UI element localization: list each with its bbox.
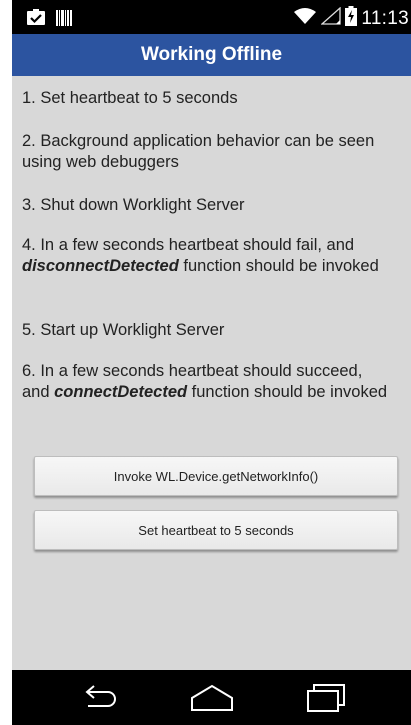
step-2: 2. Background application behavior can b… <box>22 132 375 171</box>
title-bar: Working Offline <box>12 34 411 76</box>
get-network-info-button[interactable]: Invoke WL.Device.getNetworkInfo() <box>34 456 398 496</box>
disconnect-detected-label: disconnectDetected <box>22 257 179 275</box>
navigation-bar <box>12 670 411 725</box>
set-heartbeat-button[interactable]: Set heartbeat to 5 seconds <box>34 510 398 550</box>
recent-apps-icon[interactable] <box>296 682 352 714</box>
content-area: 1. Set heartbeat to 5 seconds 2. Backgro… <box>12 76 411 670</box>
back-icon[interactable] <box>72 682 128 714</box>
connect-detected-label: connectDetected <box>54 383 188 401</box>
wifi-icon <box>293 7 317 30</box>
clipboard-check-icon <box>26 9 46 31</box>
home-icon[interactable] <box>184 682 240 714</box>
step-1: 1. Set heartbeat to 5 seconds <box>22 89 238 107</box>
step-6-text-end: function should be invoked <box>187 383 388 401</box>
step-5: 5. Start up Worklight Server <box>22 321 225 339</box>
status-time: 11:13 <box>361 7 409 29</box>
step-3: 3. Shut down Worklight Server <box>22 196 245 214</box>
status-bar: 11:13 <box>12 0 411 34</box>
battery-charging-icon <box>345 6 358 31</box>
page-title: Working Offline <box>140 44 283 65</box>
phone-screen: 11:13 Working Offline 1. Set heartbeat t… <box>12 0 411 725</box>
step-4: 4. In a few seconds heartbeat should fai… <box>22 235 392 277</box>
signal-icon <box>320 6 342 30</box>
step-4-text: 4. In a few seconds heartbeat should fai… <box>22 236 355 254</box>
step-6: 6. In a few seconds heartbeat should suc… <box>22 361 392 403</box>
barcode-icon <box>56 9 72 31</box>
step-4-text-end: function should be invoked <box>178 257 379 275</box>
